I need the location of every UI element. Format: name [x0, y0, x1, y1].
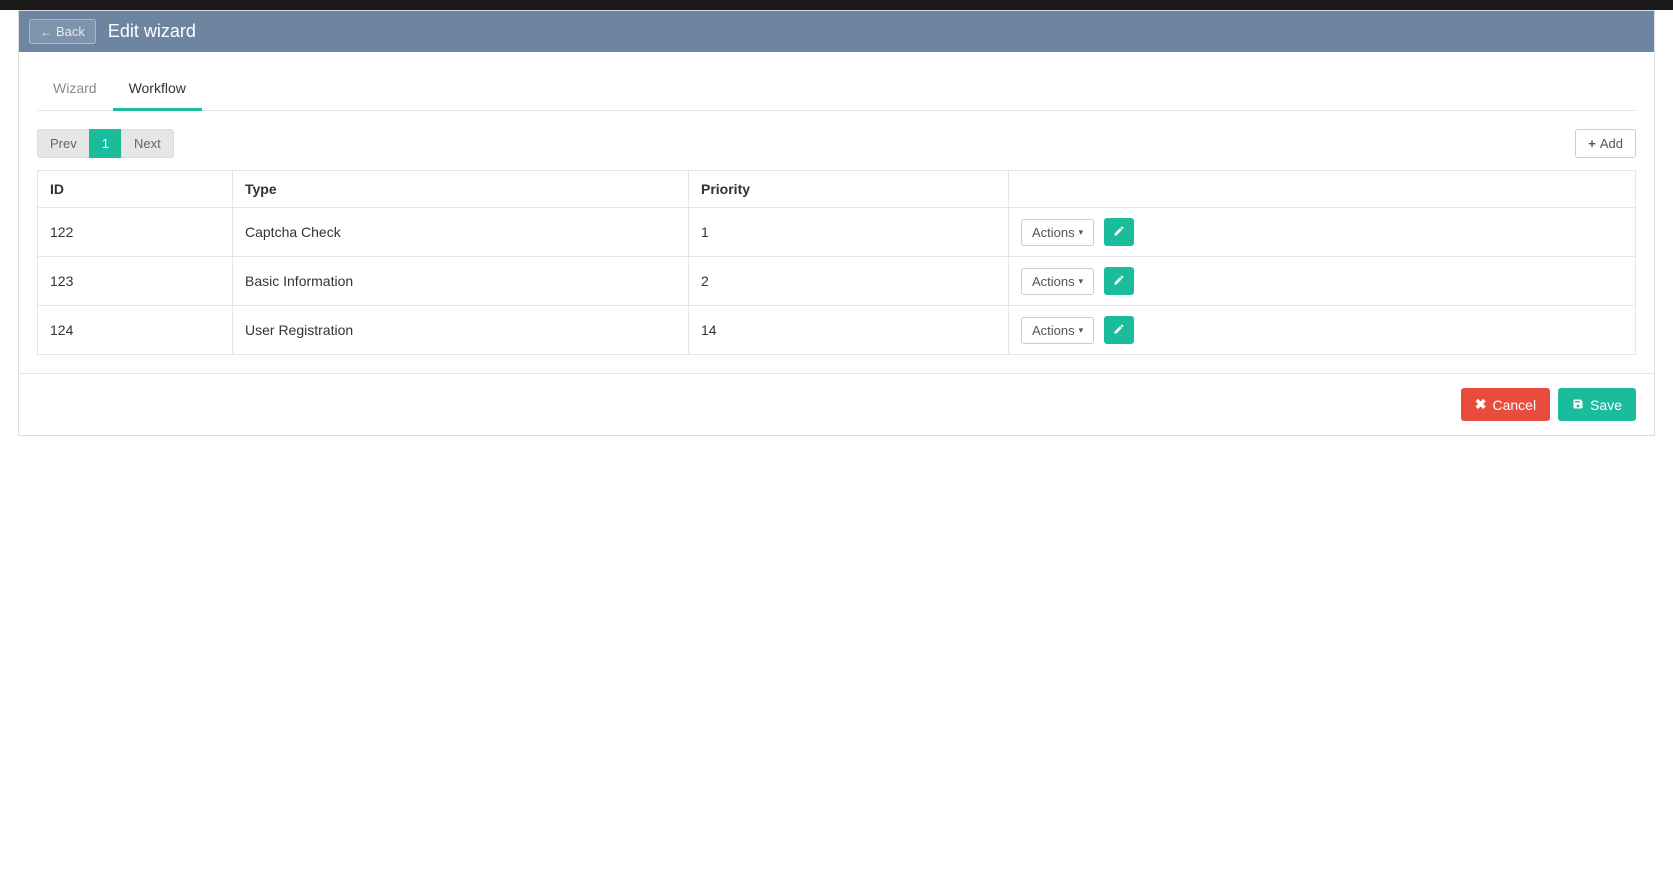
- footer-actions: ✖ Cancel Save: [19, 373, 1654, 435]
- cell-type: Basic Information: [233, 257, 689, 306]
- actions-dropdown[interactable]: Actions ▾: [1021, 268, 1094, 295]
- pencil-icon: [1113, 323, 1125, 338]
- actions-dropdown-label: Actions: [1032, 274, 1075, 289]
- cell-priority: 1: [689, 208, 1009, 257]
- add-button[interactable]: + Add: [1575, 129, 1636, 158]
- edit-button[interactable]: [1104, 316, 1134, 344]
- content-area: Wizard Workflow Prev 1 Next + Add ID Typ…: [19, 52, 1654, 373]
- cell-actions: Actions ▾: [1009, 257, 1636, 306]
- arrow-left-icon: ←: [40, 25, 52, 39]
- tab-workflow[interactable]: Workflow: [113, 70, 202, 111]
- back-button[interactable]: ← Back: [29, 19, 96, 44]
- cell-id: 122: [38, 208, 233, 257]
- cell-priority: 2: [689, 257, 1009, 306]
- window-top-bar: [0, 0, 1673, 10]
- floppy-icon: [1572, 397, 1584, 413]
- tab-wizard[interactable]: Wizard: [37, 70, 113, 111]
- cell-actions: Actions ▾: [1009, 306, 1636, 355]
- cell-id: 124: [38, 306, 233, 355]
- back-button-label: Back: [56, 24, 85, 39]
- edit-button[interactable]: [1104, 267, 1134, 295]
- pencil-icon: [1113, 225, 1125, 240]
- edit-button[interactable]: [1104, 218, 1134, 246]
- save-button[interactable]: Save: [1558, 388, 1636, 421]
- pagination: Prev 1 Next: [37, 129, 174, 158]
- chevron-down-icon: ▾: [1079, 227, 1084, 238]
- save-button-label: Save: [1590, 397, 1622, 413]
- col-type: Type: [233, 171, 689, 208]
- cancel-button[interactable]: ✖ Cancel: [1461, 388, 1550, 421]
- cell-actions: Actions ▾: [1009, 208, 1636, 257]
- page-container: ← Back Edit wizard Wizard Workflow Prev …: [18, 10, 1655, 436]
- table-row: 122Captcha Check1 Actions ▾: [38, 208, 1636, 257]
- workflow-table: ID Type Priority 122Captcha Check1 Action…: [37, 170, 1636, 355]
- cell-type: Captcha Check: [233, 208, 689, 257]
- pager-page-1[interactable]: 1: [89, 129, 122, 158]
- tab-bar: Wizard Workflow: [37, 70, 1636, 111]
- chevron-down-icon: ▾: [1079, 325, 1084, 336]
- plus-icon: +: [1588, 136, 1596, 151]
- actions-dropdown[interactable]: Actions ▾: [1021, 317, 1094, 344]
- col-id: ID: [38, 171, 233, 208]
- actions-dropdown[interactable]: Actions ▾: [1021, 219, 1094, 246]
- toolbar: Prev 1 Next + Add: [37, 129, 1636, 158]
- col-priority: Priority: [689, 171, 1009, 208]
- cancel-button-label: Cancel: [1492, 397, 1536, 413]
- pencil-icon: [1113, 274, 1125, 289]
- pager-prev[interactable]: Prev: [37, 129, 90, 158]
- table-row: 124User Registration14 Actions ▾: [38, 306, 1636, 355]
- close-icon: ✖: [1475, 396, 1487, 413]
- page-title: Edit wizard: [108, 21, 196, 42]
- pager-next[interactable]: Next: [121, 129, 174, 158]
- cell-priority: 14: [689, 306, 1009, 355]
- chevron-down-icon: ▾: [1079, 276, 1084, 287]
- page-header: ← Back Edit wizard: [19, 11, 1654, 52]
- cell-id: 123: [38, 257, 233, 306]
- cell-type: User Registration: [233, 306, 689, 355]
- actions-dropdown-label: Actions: [1032, 323, 1075, 338]
- col-actions: [1009, 171, 1636, 208]
- add-button-label: Add: [1600, 136, 1623, 151]
- table-header-row: ID Type Priority: [38, 171, 1636, 208]
- table-row: 123Basic Information2 Actions ▾: [38, 257, 1636, 306]
- actions-dropdown-label: Actions: [1032, 225, 1075, 240]
